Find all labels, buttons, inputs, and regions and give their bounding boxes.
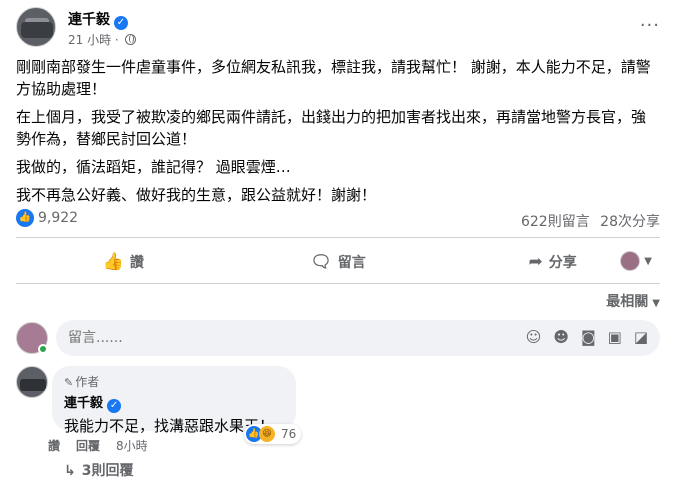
composer-tools: ☺ ☻ ◙ ▣ ◪ [526, 328, 648, 346]
comment-button[interactable]: 🗨 留言 [231, 245, 446, 279]
chevron-down-icon: ▼ [652, 298, 660, 309]
share-label: 分享 [548, 255, 577, 271]
user-avatar [620, 251, 641, 271]
post-stats: 👍 9,922 622則留言 28次分享 [16, 209, 660, 231]
post-time[interactable]: 21 小時 [68, 33, 111, 47]
verified-badge-icon: ✓ [107, 399, 122, 413]
sort-label: 最相關 [606, 294, 649, 310]
speech-bubble-icon: 🗨 [310, 252, 332, 272]
comment-reactions[interactable]: 👍 😆 76 [244, 424, 302, 444]
avatar-sticker-icon[interactable]: ☺ [526, 328, 542, 346]
like-reaction-icon: 👍 [16, 209, 34, 227]
verified-badge-icon: ✓ [114, 16, 128, 30]
camera-icon[interactable]: ◙ [581, 328, 596, 346]
globe-icon [124, 34, 136, 45]
reply-arrow-icon: ↳ [64, 463, 76, 479]
chevron-down-icon: ▼ [644, 255, 652, 267]
comment-sort-dropdown[interactable]: 最相關 ▼ [606, 291, 660, 311]
divider [16, 283, 660, 284]
post-paragraph: 我不再急公好義、做好我的生意，跟公益就好！謝謝！ [16, 186, 377, 204]
view-replies-button[interactable]: ↳ 3則回覆 [64, 460, 133, 480]
author-tag-label: 作者 [75, 375, 100, 389]
share-arrow-icon: ➦ [528, 252, 543, 272]
sticker-icon[interactable]: ◪ [634, 328, 648, 346]
commenter-name[interactable]: 連千毅 [64, 396, 103, 411]
like-button[interactable]: 👍 讚 [16, 245, 231, 279]
post-meta: 21 小時 · [68, 31, 136, 48]
author-avatar[interactable] [16, 7, 56, 47]
pen-icon: ✎ [64, 376, 74, 389]
replies-label: 3則回覆 [81, 463, 134, 479]
audience-selector[interactable]: ▼ [620, 251, 652, 271]
author-tag: ✎ 作者 [64, 373, 284, 390]
more-options-icon[interactable]: ··· [640, 15, 660, 36]
emoji-icon[interactable]: ☻ [553, 328, 569, 346]
author-name[interactable]: 連千毅 [68, 12, 110, 28]
reactions-count[interactable]: 9,922 [38, 210, 78, 226]
post-paragraph: 我做的，循法蹈矩，誰記得？ 過眼雲煙… [16, 158, 291, 176]
online-status-icon [38, 344, 48, 354]
post-header: 連千毅 ✓ 21 小時 · ··· [16, 7, 660, 51]
like-label: 讚 [129, 255, 144, 271]
post-body: 剛剛南部發生一件虐童事件，多位網友私訊我，標註我，請我幫忙！ 謝謝，本人能力不足… [16, 56, 660, 212]
haha-reaction-icon: 😆 [259, 426, 275, 442]
shares-count[interactable]: 28次分享 [600, 214, 660, 230]
comment-bubble: ✎ 作者 連千毅 ✓ 我能力不足，找溝惡跟水果王！ [52, 366, 296, 435]
comment-reaction-count: 76 [281, 427, 297, 441]
comments-count[interactable]: 622則留言 [521, 214, 590, 230]
post-actions: 👍 讚 🗨 留言 ➦ 分享 ▼ [16, 245, 660, 279]
comment-actions: 讚 回覆 8小時 [48, 437, 148, 454]
divider [16, 237, 660, 238]
thumbs-up-icon: 👍 [102, 252, 124, 272]
comment-label: 留言 [337, 255, 366, 271]
post-paragraph: 在上個月，我受了被欺凌的鄉民兩件請託，出錢出力的把加害者找出來，再請當地警方長官… [16, 108, 647, 148]
post-paragraph: 剛剛南部發生一件虐童事件，多位網友私訊我，標註我，請我幫忙！ 謝謝，本人能力不足… [16, 58, 651, 98]
comment-composer: ☺ ☻ ◙ ▣ ◪ [16, 320, 660, 356]
commenter-avatar[interactable] [16, 366, 48, 398]
gif-icon[interactable]: ▣ [608, 328, 622, 346]
comment-like-button[interactable]: 讚 [48, 437, 60, 454]
comment-reply-button[interactable]: 回覆 [76, 437, 100, 454]
comment-time[interactable]: 8小時 [116, 437, 148, 454]
